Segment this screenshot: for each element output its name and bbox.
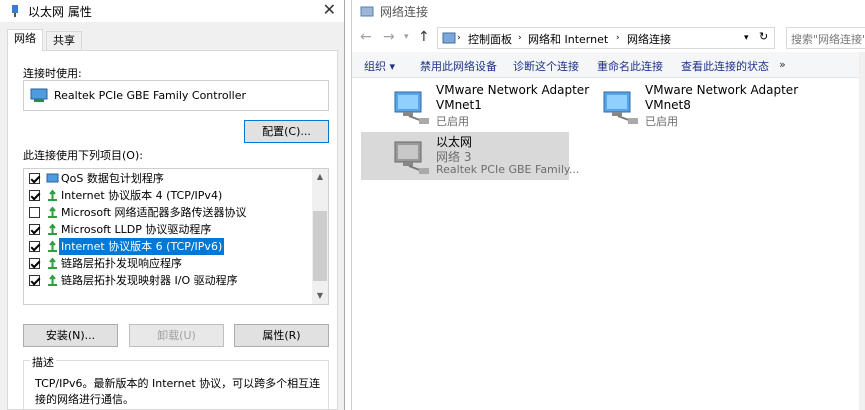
navigation-bar: ← → ▾ ↑ › 控制面板 › 网络和 Internet › 网络连接 ▾ ↻… [352,22,865,52]
breadcrumb-separator-icon: › [457,33,461,43]
tab-sharing[interactable]: 共享 [46,31,82,51]
content-scrollbar[interactable] [859,52,865,410]
rename-button[interactable]: 重命名此连接 [597,58,663,74]
tab-network[interactable]: 网络 [7,29,43,51]
network-adapter-icon [394,141,429,174]
protocol-icon [48,206,57,218]
disable-device-button[interactable]: 禁用此网络设备 [420,58,497,74]
command-toolbar: 组织 ▾ 禁用此网络设备 诊断这个连接 重命名此连接 查看此连接的状态 » [352,52,865,78]
description-text: TCP/IPv6。最新版本的 Internet 协议，可以跨多个相互连接的网络进… [35,377,321,406]
checkbox[interactable] [29,207,40,218]
checkbox[interactable] [29,258,40,269]
list-item-label: Microsoft LLDP 协议驱动程序 [61,223,212,236]
device-name: Realtek PCIe GBE Family Controller [54,89,247,102]
adapter-vmnet1[interactable]: VMware Network Adapter VMnet1 已启用 [361,82,589,130]
adapter-subname: VMnet8 [645,98,691,112]
adapter-vmnet8[interactable]: VMware Network Adapter VMnet8 已启用 [570,82,798,130]
list-item[interactable]: Internet 协议版本 6 (TCP/IPv6) [26,238,308,255]
configure-button[interactable]: 配置(C)... [244,120,329,143]
window-title: 以太网 属性 [28,5,92,19]
adapter-status: 已启用 [436,115,469,128]
uninstall-button[interactable]: 卸载(U) [129,324,224,347]
list-item[interactable]: 链路层拓扑发现映射器 I/O 驱动程序 [26,272,308,289]
diagnose-button[interactable]: 诊断这个连接 [513,58,579,74]
network-folder-icon [360,6,374,17]
list-item-label: QoS 数据包计划程序 [61,172,164,185]
protocol-icon [48,240,57,252]
list-item-label: Microsoft 网络适配器多路传送器协议 [61,206,247,219]
scroll-thumb[interactable] [313,211,327,281]
breadcrumb-separator-icon: › [616,33,620,43]
breadcrumb-separator-icon: › [518,33,522,43]
adapter-subname: VMnet1 [436,98,482,112]
address-bar[interactable]: › 控制面板 › 网络和 Internet › 网络连接 ▾ ↻ [437,27,775,49]
forward-icon[interactable]: → [383,29,395,45]
refresh-icon[interactable]: ↻ [759,30,768,43]
breadcrumb-network-internet[interactable]: 网络和 Internet [528,31,608,47]
netwin-titlebar: 网络连接 [352,0,865,22]
list-item[interactable]: Microsoft 网络适配器多路传送器协议 [26,204,308,221]
checkbox[interactable] [29,173,40,184]
adapter-status: Realtek PCIe GBE Family... [436,163,580,176]
address-dropdown-icon[interactable]: ▾ [744,33,749,43]
checkbox[interactable] [29,275,40,286]
search-input[interactable]: 搜索"网络连接" [786,27,865,49]
adapter-ethernet[interactable]: 以太网 网络 3 Realtek PCIe GBE Family... [361,132,579,180]
description-title: 描述 [30,354,56,370]
breadcrumb-control-panel[interactable]: 控制面板 [468,31,512,47]
adapter-status: 已启用 [645,115,678,128]
list-item[interactable]: Microsoft LLDP 协议驱动程序 [26,221,308,238]
close-icon[interactable]: ✕ [323,0,336,19]
list-item[interactable]: 链路层拓扑发现响应程序 [26,255,308,272]
connect-using-label: 连接时使用: [23,67,82,80]
checkbox[interactable] [29,241,40,252]
list-item-label: 链路层拓扑发现映射器 I/O 驱动程序 [61,274,238,287]
protocol-icon [48,223,57,235]
list-item-label: 链路层拓扑发现响应程序 [61,257,182,270]
protocol-icon [48,257,57,269]
scroll-up-icon[interactable]: ▲ [312,169,328,185]
adapter-name: VMware Network Adapter [436,83,590,97]
ethernet-properties-window: 以太网 属性 ✕ 网络 共享 连接时使用: Realtek PCIe GBE F… [0,0,345,410]
recent-chevron-icon[interactable]: ▾ [404,32,409,42]
list-item[interactable]: Internet 协议版本 4 (TCP/IPv4) [26,187,308,204]
organize-menu[interactable]: 组织 ▾ [364,58,395,74]
network-card-icon [30,88,48,102]
view-status-button[interactable]: 查看此连接的状态 [681,58,769,74]
more-commands-icon[interactable]: » [779,58,786,71]
description-group: 描述 TCP/IPv6。最新版本的 Internet 协议，可以跨多个相互连接的… [23,354,329,410]
network-adapter-icon [603,91,638,124]
checkbox[interactable] [29,190,40,201]
protocol-icon [48,189,57,201]
network-adapter-icon [394,91,429,124]
network-adapter-icon [12,5,18,17]
back-icon[interactable]: ← [360,29,372,45]
control-panel-icon [442,32,456,44]
list-item-label: Internet 协议版本 4 (TCP/IPv4) [61,189,223,202]
service-icon [46,173,59,183]
items-list: QoS 数据包计划程序 Internet 协议版本 4 (TCP/IPv4) M… [23,168,329,305]
protocol-icon [48,274,57,286]
properties-button[interactable]: 属性(R) [234,324,329,347]
items-label: 此连接使用下列项目(O): [23,149,143,162]
adapter-name: VMware Network Adapter [645,83,799,97]
checkbox[interactable] [29,224,40,235]
netwin-title: 网络连接 [380,5,429,19]
list-item-label: Internet 协议版本 6 (TCP/IPv6) [59,238,225,255]
breadcrumb-network-connections[interactable]: 网络连接 [627,31,671,47]
install-button[interactable]: 安装(N)... [23,324,118,347]
list-scrollbar[interactable]: ▲ ▼ [312,169,328,304]
network-connections-window: 网络连接 ← → ▾ ↑ › 控制面板 › 网络和 Internet › 网络连… [351,0,865,410]
scroll-down-icon[interactable]: ▼ [312,288,328,304]
up-icon[interactable]: ↑ [418,29,430,45]
network-tab-panel: 连接时使用: Realtek PCIe GBE Family Controlle… [7,50,338,410]
list-item[interactable]: QoS 数据包计划程序 [26,170,308,187]
device-box: Realtek PCIe GBE Family Controller [23,80,329,111]
properties-titlebar: 以太网 属性 ✕ [0,0,344,22]
